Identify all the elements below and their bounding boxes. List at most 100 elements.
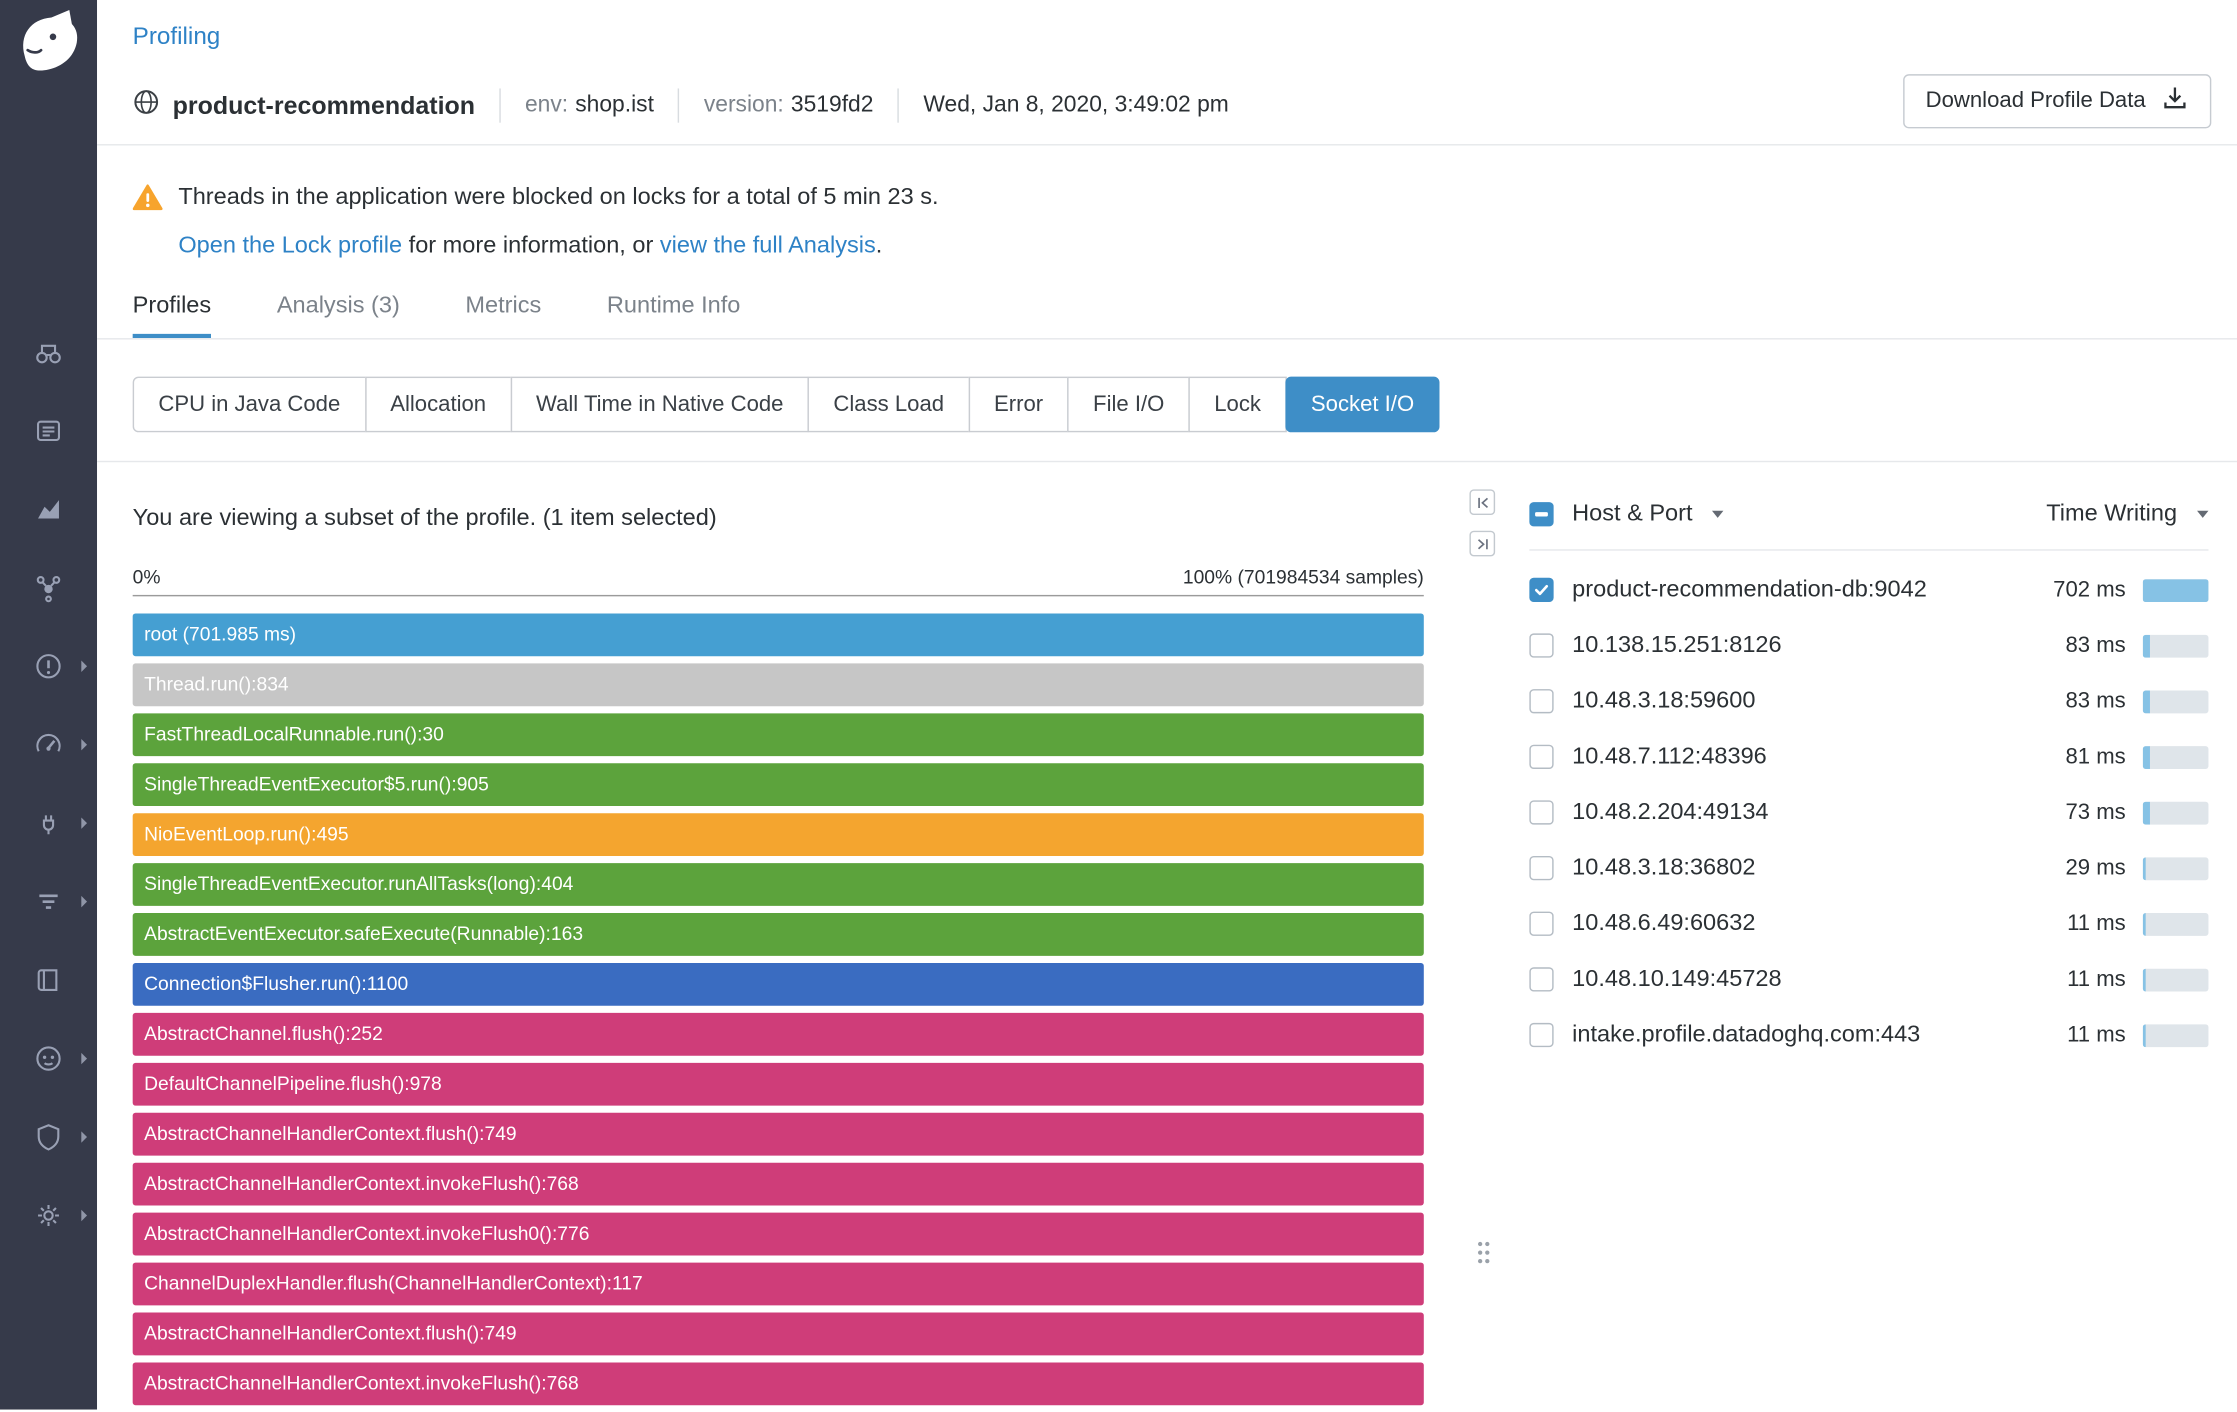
chevron-right-icon xyxy=(81,1052,87,1063)
sidebar-item-notebooks[interactable] xyxy=(0,940,97,1018)
host-checkbox[interactable] xyxy=(1529,1023,1553,1047)
host-row[interactable]: 10.48.10.149:4572811 ms xyxy=(1529,952,2208,1008)
host-row[interactable]: 10.138.15.251:812683 ms xyxy=(1529,618,2208,674)
dashboards-icon xyxy=(33,493,64,524)
flame-frame[interactable]: SingleThreadEventExecutor$5.run():905 xyxy=(133,763,1424,806)
divider xyxy=(678,88,679,122)
host-checkbox[interactable] xyxy=(1529,745,1553,769)
chevron-right-icon xyxy=(81,660,87,671)
tab-metrics[interactable]: Metrics xyxy=(465,292,541,338)
host-port-selector[interactable]: Host & Port xyxy=(1554,500,1724,527)
chevron-down-icon xyxy=(1713,510,1724,517)
security-icon xyxy=(33,1121,64,1152)
profile-type-class-load[interactable]: Class Load xyxy=(808,377,970,433)
host-checkbox[interactable] xyxy=(1529,967,1553,991)
tab-runtime-info[interactable]: Runtime Info xyxy=(607,292,740,338)
flame-scale: 0% 100% (701984534 samples) xyxy=(133,566,1424,596)
sidebar-item-logs[interactable] xyxy=(0,862,97,940)
host-time: 29 ms xyxy=(2012,855,2126,881)
flame-frame[interactable]: AbstractChannelHandlerContext.invokeFlus… xyxy=(133,1362,1424,1405)
integrations-icon xyxy=(33,807,64,838)
host-list: product-recommendation-db:9042702 ms10.1… xyxy=(1529,551,2208,1063)
host-row[interactable]: 10.48.2.204:4913473 ms xyxy=(1529,785,2208,841)
host-checkbox[interactable] xyxy=(1529,856,1553,880)
open-lock-profile-link[interactable]: Open the Lock profile xyxy=(178,233,402,259)
sidebar xyxy=(0,0,97,1410)
sidebar-item-security[interactable] xyxy=(0,1097,97,1175)
host-row[interactable]: 10.48.3.18:36802 29 ms xyxy=(1529,840,2208,896)
sidebar-item-dashboards[interactable] xyxy=(0,469,97,547)
hosts-pane: Host & Port Time Writing product-recomme… xyxy=(1512,462,2237,1412)
host-row[interactable]: 10.48.3.18:5960083 ms xyxy=(1529,673,2208,729)
profile-type-file-i-o[interactable]: File I/O xyxy=(1067,377,1190,433)
flame-frame[interactable]: Connection$Flusher.run():1100 xyxy=(133,963,1424,1006)
synthetics-icon xyxy=(33,1042,64,1073)
flame-frame[interactable]: AbstractChannelHandlerContext.invokeFlus… xyxy=(133,1213,1424,1256)
sidebar-item-integrations[interactable] xyxy=(0,783,97,861)
profile-type-socket-i-o[interactable]: Socket I/O xyxy=(1285,377,1440,433)
subset-note: You are viewing a subset of the profile.… xyxy=(133,505,1424,532)
time-bar-fill xyxy=(2143,1024,2146,1047)
sidebar-item-settings[interactable] xyxy=(0,1176,97,1254)
flame-frame[interactable]: AbstractChannel.flush():252 xyxy=(133,1013,1424,1056)
time-bar xyxy=(2143,745,2209,768)
host-time: 11 ms xyxy=(2012,967,2126,993)
flame-frame[interactable]: AbstractChannelHandlerContext.invokeFlus… xyxy=(133,1163,1424,1206)
host-checkbox[interactable] xyxy=(1529,689,1553,713)
host-label: 10.138.15.251:8126 xyxy=(1572,632,1781,659)
flame-frame[interactable]: Thread.run():834 xyxy=(133,663,1424,706)
profile-type-wall-time-in-native-code[interactable]: Wall Time in Native Code xyxy=(510,377,809,433)
host-row[interactable]: 10.48.7.112:4839681 ms xyxy=(1529,729,2208,785)
breadcrumb-profiling[interactable]: Profiling xyxy=(133,23,221,52)
flame-frame[interactable]: AbstractEventExecutor.safeExecute(Runnab… xyxy=(133,913,1424,956)
host-row[interactable]: 10.48.6.49:6063211 ms xyxy=(1529,896,2208,952)
host-checkbox[interactable] xyxy=(1529,578,1553,602)
profile-type-lock[interactable]: Lock xyxy=(1189,377,1287,433)
view-full-analysis-link[interactable]: view the full Analysis xyxy=(660,233,876,259)
hosts-header: Host & Port Time Writing xyxy=(1529,489,2208,550)
host-label: 10.48.3.18:36802 xyxy=(1572,855,1755,882)
host-checkbox[interactable] xyxy=(1529,633,1553,657)
flame-frame[interactable]: AbstractChannelHandlerContext.flush():74… xyxy=(133,1313,1424,1356)
host-checkbox[interactable] xyxy=(1529,800,1553,824)
service-row: product-recommendation env: shop.ist ver… xyxy=(133,88,1229,122)
select-all-checkbox[interactable] xyxy=(1529,501,1553,525)
profile-type-cpu-in-java-code[interactable]: CPU in Java Code xyxy=(133,377,366,433)
sidebar-item-monitors[interactable] xyxy=(0,626,97,704)
download-profile-data-button[interactable]: Download Profile Data xyxy=(1903,74,2211,128)
apm-icon xyxy=(33,728,64,759)
host-row[interactable]: product-recommendation-db:9042702 ms xyxy=(1529,562,2208,618)
profile-type-allocation[interactable]: Allocation xyxy=(365,377,512,433)
datadog-logo[interactable] xyxy=(0,0,97,81)
chevron-right-icon xyxy=(81,817,87,828)
collapse-left-button[interactable] xyxy=(1469,489,1495,515)
profile-type-error[interactable]: Error xyxy=(968,377,1069,433)
scale-right-label: 100% (701984534 samples) xyxy=(1183,566,1424,587)
flame-frame[interactable]: DefaultChannelPipeline.flush():978 xyxy=(133,1063,1424,1106)
host-label: product-recommendation-db:9042 xyxy=(1572,576,1927,603)
sidebar-item-apm[interactable] xyxy=(0,705,97,783)
tab-analysis-3[interactable]: Analysis (3) xyxy=(277,292,400,338)
lock-warning-banner: Threads in the application were blocked … xyxy=(97,146,2237,262)
sidebar-item-synthetics[interactable] xyxy=(0,1019,97,1097)
host-label: 10.48.3.18:59600 xyxy=(1572,688,1755,715)
time-writing-selector[interactable]: Time Writing xyxy=(2046,500,2208,527)
collapse-right-button[interactable] xyxy=(1469,531,1495,557)
splitter-drag-handle[interactable] xyxy=(1475,1240,1492,1273)
sidebar-item-watchdog[interactable] xyxy=(0,312,97,390)
flame-frame[interactable]: ChannelDuplexHandler.flush(ChannelHandle… xyxy=(133,1263,1424,1306)
host-checkbox[interactable] xyxy=(1529,912,1553,936)
flame-frame[interactable]: AbstractChannelHandlerContext.flush():74… xyxy=(133,1113,1424,1156)
time-bar-fill xyxy=(2143,968,2146,991)
flame-frame[interactable]: NioEventLoop.run():495 xyxy=(133,813,1424,856)
flame-frame[interactable]: FastThreadLocalRunnable.run():30 xyxy=(133,713,1424,756)
chevron-right-icon xyxy=(81,1209,87,1220)
flame-frame[interactable]: root (701.985 ms) xyxy=(133,613,1424,656)
divider xyxy=(499,88,500,122)
host-row[interactable]: intake.profile.datadoghq.com:44311 ms xyxy=(1529,1007,2208,1063)
time-bar xyxy=(2143,579,2209,602)
flame-frame[interactable]: SingleThreadEventExecutor.runAllTasks(lo… xyxy=(133,863,1424,906)
sidebar-item-events[interactable] xyxy=(0,391,97,469)
tab-profiles[interactable]: Profiles xyxy=(133,292,212,338)
sidebar-item-infrastructure[interactable] xyxy=(0,548,97,626)
